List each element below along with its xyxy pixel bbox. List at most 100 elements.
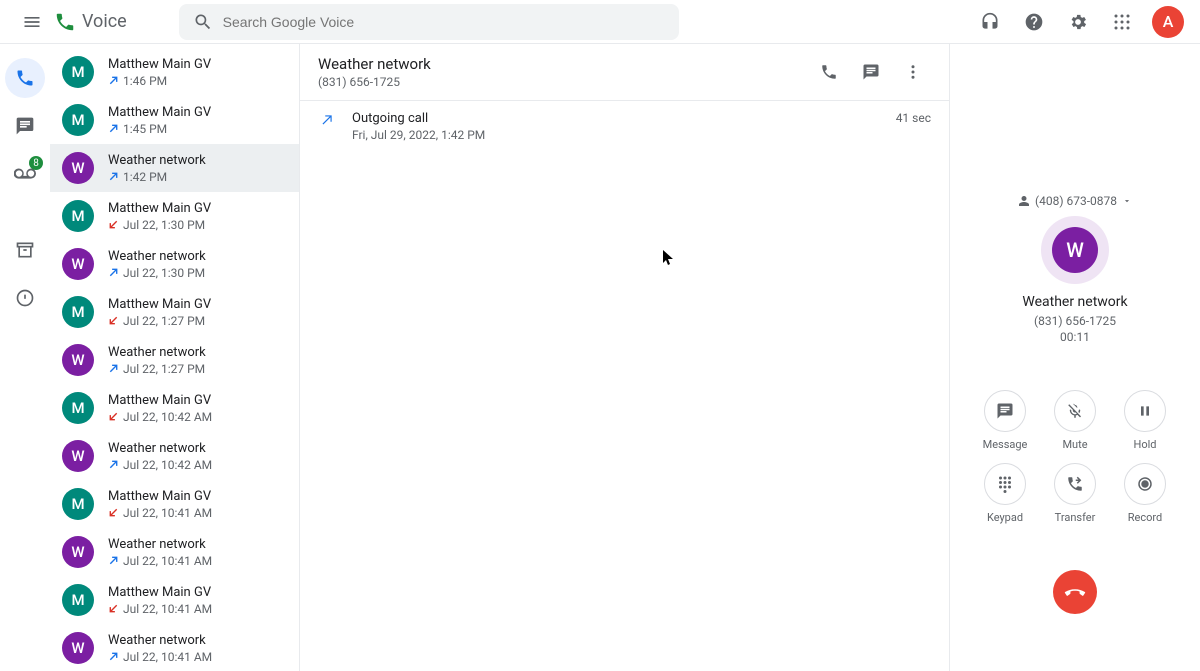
call-item-name: Matthew Main GV	[108, 201, 289, 216]
rail-messages[interactable]	[5, 106, 45, 146]
call-list-item[interactable]: WWeather networkJul 22, 10:42 AM	[50, 432, 299, 480]
call-list-item[interactable]: WWeather networkJul 22, 10:41 AM	[50, 624, 299, 671]
call-item-time: Jul 22, 10:41 AM	[123, 554, 212, 568]
call-list-item[interactable]: MMatthew Main GVJul 22, 10:41 AM	[50, 576, 299, 624]
outgoing-arrow-icon	[108, 363, 119, 374]
hamburger-icon	[22, 12, 42, 32]
call-list-item[interactable]: WWeather networkJul 22, 1:27 PM	[50, 336, 299, 384]
detail-more-button[interactable]	[895, 54, 931, 90]
call-list-item[interactable]: MMatthew Main GVJul 22, 1:30 PM	[50, 192, 299, 240]
support-button[interactable]	[970, 2, 1010, 42]
search-input[interactable]	[223, 14, 665, 30]
callee-name: Weather network	[1022, 294, 1127, 310]
more-vert-icon	[904, 63, 922, 81]
call-timer: 00:11	[1060, 330, 1090, 344]
help-button[interactable]	[1014, 2, 1054, 42]
transfer-icon	[1066, 475, 1084, 493]
missed-arrow-icon	[108, 603, 119, 614]
archive-icon	[15, 240, 35, 260]
call-list-item[interactable]: MMatthew Main GVJul 22, 1:27 PM	[50, 288, 299, 336]
message-icon	[862, 63, 880, 81]
control-keypad[interactable]: Keypad	[984, 463, 1026, 524]
rail-archive[interactable]	[5, 230, 45, 270]
info-icon	[15, 288, 35, 308]
outgoing-arrow-icon	[108, 75, 119, 86]
call-list-item[interactable]: MMatthew Main GVJul 22, 10:41 AM	[50, 480, 299, 528]
contact-avatar: W	[62, 536, 94, 568]
call-item-time: 1:42 PM	[123, 170, 167, 184]
rail-voicemail[interactable]: 8	[5, 154, 45, 194]
call-item-time: Jul 22, 10:42 AM	[123, 410, 212, 424]
apps-grid-icon	[1113, 13, 1131, 31]
hangup-icon	[1064, 581, 1086, 603]
menu-button[interactable]	[12, 2, 52, 42]
detail-contact-phone: (831) 656-1725	[318, 75, 811, 89]
outgoing-arrow-icon	[108, 123, 119, 134]
call-item-time: Jul 22, 10:42 AM	[123, 458, 212, 472]
call-item-time: Jul 22, 1:27 PM	[123, 314, 205, 328]
call-item-name: Weather network	[108, 345, 289, 360]
contact-avatar: W	[62, 440, 94, 472]
call-list-item[interactable]: W Weather network Jul 22, 10:41 AM	[50, 528, 299, 576]
pause-icon	[1137, 403, 1153, 419]
call-item-name: Weather network	[108, 537, 289, 552]
rail-calls[interactable]	[5, 58, 45, 98]
detail-message-button[interactable]	[853, 54, 889, 90]
outgoing-arrow-icon	[108, 651, 119, 662]
search-box[interactable]	[179, 4, 679, 40]
message-icon	[996, 402, 1014, 420]
caret-down-icon	[1122, 196, 1132, 206]
call-item-time: Jul 22, 10:41 AM	[123, 602, 212, 616]
missed-arrow-icon	[108, 411, 119, 422]
call-item-time: Jul 22, 10:41 AM	[123, 506, 212, 520]
call-list[interactable]: MMatthew Main GV1:46 PMMMatthew Main GV1…	[50, 44, 300, 671]
call-list-item[interactable]: MMatthew Main GV1:46 PM	[50, 48, 299, 96]
record-icon	[1136, 475, 1154, 493]
control-record[interactable]: Record	[1124, 463, 1166, 524]
call-item-name: Matthew Main GV	[108, 393, 289, 408]
contact-avatar: M	[62, 56, 94, 88]
help-icon	[1024, 12, 1044, 32]
control-mute[interactable]: Mute	[1054, 390, 1096, 451]
headset-icon	[980, 12, 1000, 32]
call-item-name: Matthew Main GV	[108, 57, 289, 72]
call-list-item[interactable]: WWeather network1:42 PM	[50, 144, 299, 192]
phone-icon	[820, 63, 838, 81]
detail-call-button[interactable]	[811, 54, 847, 90]
dialpad-icon	[996, 475, 1014, 493]
account-avatar[interactable]: A	[1152, 6, 1184, 38]
outgoing-arrow-icon	[108, 171, 119, 182]
settings-button[interactable]	[1058, 2, 1098, 42]
callee-avatar: W	[1041, 216, 1109, 284]
phone-icon	[15, 68, 35, 88]
call-item-name: Matthew Main GV	[108, 105, 289, 120]
outgoing-arrow-icon	[108, 459, 119, 470]
log-duration: 41 sec	[896, 111, 931, 125]
contact-avatar: M	[62, 104, 94, 136]
call-list-item[interactable]: M Matthew Main GV Jul 22, 10:42 AM	[50, 384, 299, 432]
contact-avatar: M	[62, 200, 94, 232]
callee-phone: (831) 656-1725	[1034, 314, 1116, 328]
rail-spam[interactable]	[5, 278, 45, 318]
mic-off-icon	[1066, 402, 1084, 420]
apps-button[interactable]	[1102, 2, 1142, 42]
call-item-name: Matthew Main GV	[108, 489, 289, 504]
control-hold[interactable]: Hold	[1124, 390, 1166, 451]
missed-arrow-icon	[108, 315, 119, 326]
call-item-name: Weather network	[108, 249, 289, 264]
call-item-name: Weather network	[108, 633, 289, 648]
contact-avatar: W	[62, 632, 94, 664]
missed-arrow-icon	[108, 507, 119, 518]
contact-avatar: M	[62, 296, 94, 328]
contact-avatar: M	[62, 584, 94, 616]
control-message[interactable]: Message	[983, 390, 1028, 451]
control-transfer[interactable]: Transfer	[1054, 463, 1096, 524]
call-list-item[interactable]: WWeather networkJul 22, 1:30 PM	[50, 240, 299, 288]
gear-icon	[1068, 12, 1088, 32]
call-list-item[interactable]: MMatthew Main GV1:45 PM	[50, 96, 299, 144]
contact-avatar: M	[62, 392, 94, 424]
hangup-button[interactable]	[1053, 570, 1097, 614]
contact-avatar: W	[62, 152, 94, 184]
missed-arrow-icon	[108, 219, 119, 230]
call-item-time: Jul 22, 1:30 PM	[123, 266, 205, 280]
